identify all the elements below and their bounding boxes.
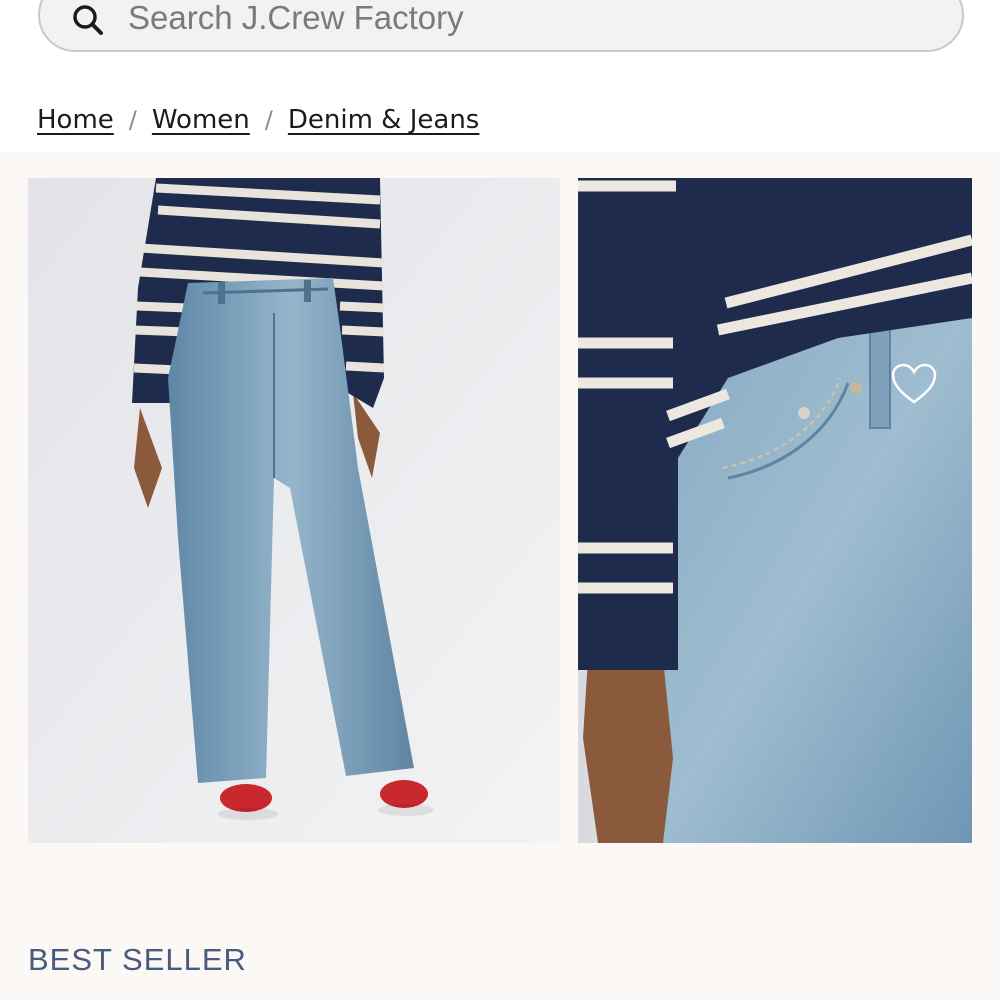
breadcrumb-separator: / <box>128 106 137 134</box>
search-input[interactable] <box>128 0 908 38</box>
product-gallery <box>0 152 1000 1000</box>
search-bar[interactable] <box>38 0 964 52</box>
product-photo-detail <box>578 178 972 843</box>
breadcrumb-home-link[interactable]: Home <box>37 105 114 135</box>
heart-icon[interactable] <box>890 362 938 406</box>
product-photo-full-body <box>28 178 560 843</box>
best-seller-badge: BEST SELLER <box>28 942 247 977</box>
breadcrumb: Home / Women / Denim & Jeans <box>37 100 479 140</box>
search-icon[interactable] <box>68 0 108 40</box>
breadcrumb-denim-link[interactable]: Denim & Jeans <box>288 105 479 135</box>
product-image-full[interactable] <box>28 178 560 843</box>
breadcrumb-women-link[interactable]: Women <box>152 105 250 135</box>
product-image-detail[interactable] <box>578 178 972 843</box>
breadcrumb-separator: / <box>264 106 273 134</box>
